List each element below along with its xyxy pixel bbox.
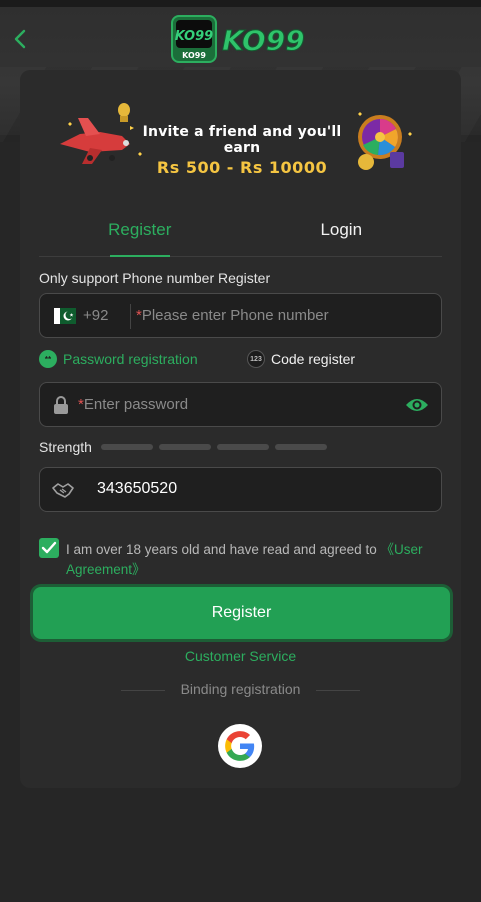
handshake-icon bbox=[52, 483, 74, 498]
binding-registration-label: Binding registration bbox=[20, 681, 461, 697]
svg-text:KO99: KO99 bbox=[182, 51, 206, 60]
agreement-checkbox[interactable] bbox=[39, 538, 59, 558]
code-register-option[interactable]: 123 Code register bbox=[247, 350, 355, 368]
strength-bar bbox=[100, 444, 153, 450]
google-signin-button[interactable] bbox=[218, 724, 262, 768]
code-register-label: Code register bbox=[271, 351, 356, 367]
register-button[interactable]: Register bbox=[33, 587, 450, 639]
password-placeholder: *Enter password bbox=[78, 396, 188, 413]
google-icon bbox=[225, 731, 255, 761]
eye-icon[interactable] bbox=[405, 395, 429, 415]
checkmark-icon bbox=[41, 541, 57, 554]
strength-bar bbox=[158, 444, 211, 450]
chevron-left-icon bbox=[14, 29, 26, 49]
back-button[interactable] bbox=[10, 28, 32, 50]
password-dots-icon: ** bbox=[39, 350, 57, 368]
agreement-statement: I am over 18 years old and have read and… bbox=[66, 542, 381, 557]
tab-register[interactable]: Register bbox=[39, 210, 241, 257]
phone-input[interactable]: +92 *Please enter Phone number bbox=[39, 293, 442, 338]
password-input[interactable]: *Enter password bbox=[39, 382, 442, 427]
password-registration-option[interactable]: ** Password registration bbox=[39, 350, 198, 368]
register-card: Invite a friend and you'll earn Rs 500 -… bbox=[20, 70, 461, 788]
password-registration-label: Password registration bbox=[63, 351, 198, 367]
strength-bar bbox=[274, 444, 327, 450]
strength-label: Strength bbox=[39, 439, 92, 455]
field-divider bbox=[130, 304, 131, 329]
password-placeholder-text: Enter password bbox=[83, 396, 189, 413]
numeric-code-icon: 123 bbox=[247, 350, 265, 368]
svg-text:KO99: KO99 bbox=[222, 24, 305, 57]
invite-code-value: 343650520 bbox=[97, 480, 178, 497]
registration-method-options: ** Password registration 123 Code regist… bbox=[39, 350, 442, 372]
invite-banner[interactable]: Invite a friend and you'll earn Rs 500 -… bbox=[60, 92, 422, 182]
tab-login[interactable]: Login bbox=[241, 210, 443, 256]
phone-support-note: Only support Phone number Register bbox=[39, 270, 271, 286]
auth-tabs: Register Login bbox=[39, 210, 442, 257]
agreement-text: I am over 18 years old and have read and… bbox=[66, 540, 446, 580]
invite-code-input[interactable]: 343650520 bbox=[39, 467, 442, 512]
phone-placeholder-text: Please enter Phone number bbox=[141, 307, 329, 324]
svg-text:KO99: KO99 bbox=[175, 29, 213, 44]
dial-code[interactable]: +92 bbox=[83, 307, 108, 324]
lock-icon bbox=[54, 396, 68, 414]
strength-bar bbox=[216, 444, 269, 450]
banner-headline: Invite a friend and you'll earn bbox=[142, 124, 342, 156]
phone-placeholder: *Please enter Phone number bbox=[136, 307, 329, 324]
customer-service-link[interactable]: Customer Service bbox=[20, 648, 461, 664]
pakistan-flag-icon bbox=[54, 308, 76, 324]
app-logo: KO99 KO99 KO99 bbox=[170, 14, 312, 64]
banner-reward-range: Rs 500 - Rs 10000 bbox=[156, 158, 328, 177]
strength-meter bbox=[100, 444, 333, 450]
password-strength: Strength bbox=[39, 439, 333, 455]
